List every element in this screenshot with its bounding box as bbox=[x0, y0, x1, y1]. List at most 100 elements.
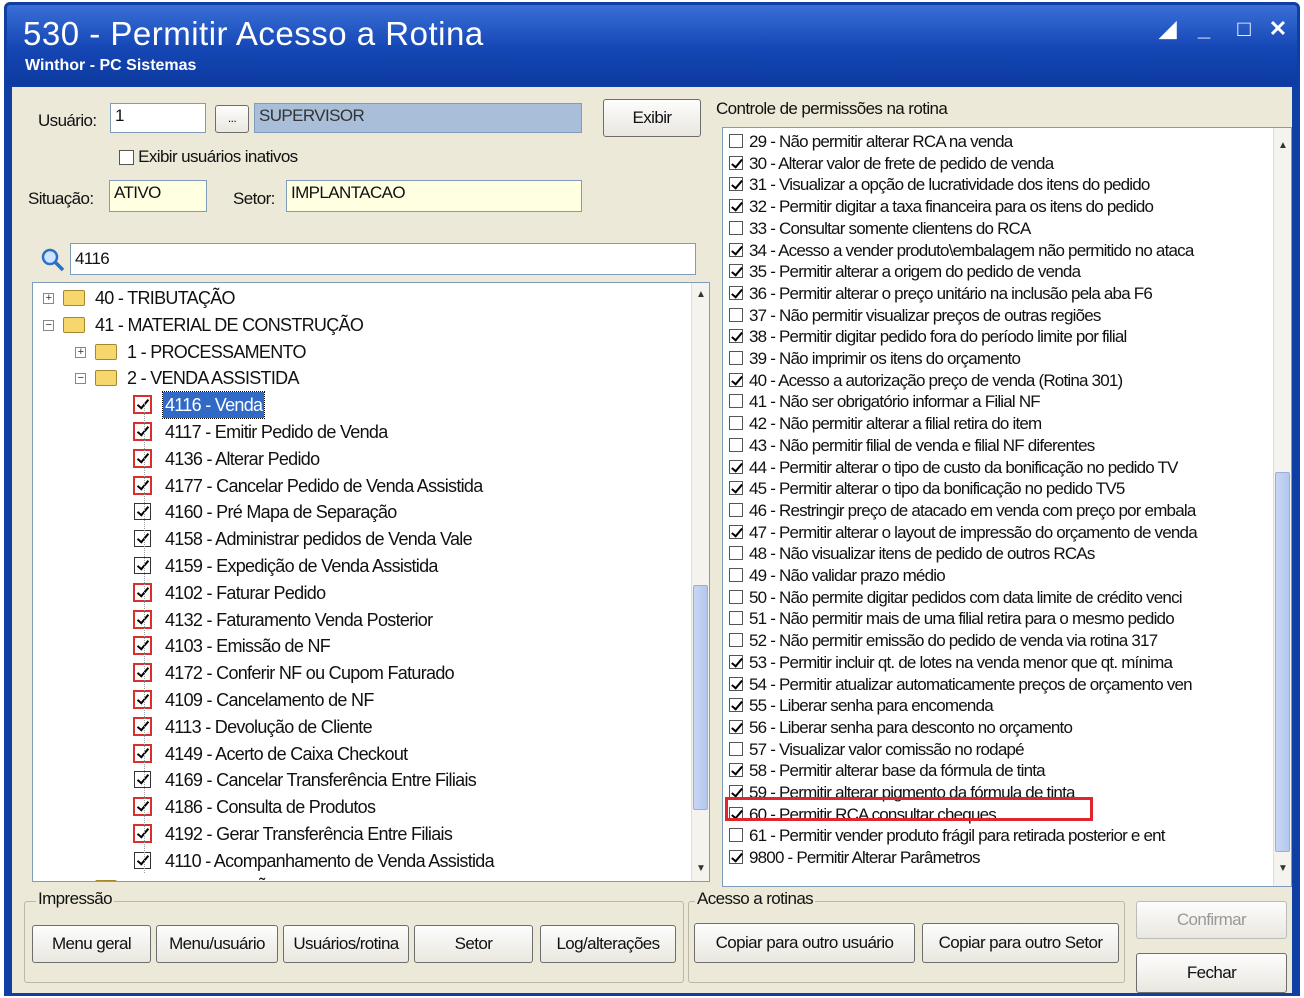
permission-item[interactable]: 50 - Não permite digitar pedidos com dat… bbox=[729, 587, 1183, 609]
permissions-scrollbar[interactable]: ▲ ▼ bbox=[1273, 128, 1291, 886]
permission-item[interactable]: 32 - Permitir digitar a taxa financeira … bbox=[729, 196, 1154, 218]
permission-checkbox[interactable] bbox=[729, 372, 743, 387]
usuarios-rotina-button[interactable]: Usuários/rotina bbox=[283, 925, 409, 963]
permission-item[interactable]: 40 - Acesso a autorização preço de venda… bbox=[729, 370, 1123, 392]
permission-item[interactable]: 35 - Permitir alterar a origem do pedido… bbox=[729, 261, 1081, 283]
permission-item[interactable]: 57 - Visualizar valor comissão no rodapé bbox=[729, 739, 1025, 761]
permission-item[interactable]: 46 - Restringir preço de atacado em vend… bbox=[729, 500, 1196, 522]
permission-checkbox[interactable] bbox=[729, 155, 743, 170]
routine-checkbox[interactable] bbox=[134, 557, 151, 574]
routine-checkbox[interactable] bbox=[133, 422, 152, 441]
routine-checkbox[interactable] bbox=[133, 663, 152, 683]
permission-checkbox[interactable] bbox=[729, 437, 743, 452]
permission-item[interactable]: 38 - Permitir digitar pedido fora do per… bbox=[729, 326, 1127, 348]
permission-item[interactable]: 47 - Permitir alterar o layout de impres… bbox=[729, 522, 1198, 544]
permission-checkbox[interactable] bbox=[729, 568, 743, 583]
routine-checkbox[interactable] bbox=[133, 582, 152, 602]
tree-scroll-thumb[interactable] bbox=[693, 585, 708, 810]
permission-item[interactable]: 37 - Não permitir visualizar preços de o… bbox=[729, 305, 1101, 327]
permission-checkbox[interactable] bbox=[729, 850, 743, 865]
fechar-button[interactable]: Fechar bbox=[1136, 953, 1287, 993]
minimize-button[interactable]: _ bbox=[1189, 15, 1219, 45]
routine-checkbox[interactable] bbox=[134, 503, 151, 521]
routine-checkbox[interactable] bbox=[133, 743, 152, 763]
permission-checkbox[interactable] bbox=[729, 633, 743, 648]
routine-checkbox[interactable] bbox=[133, 797, 152, 817]
maximize-button[interactable]: □ bbox=[1229, 15, 1259, 45]
routine-checkbox[interactable] bbox=[133, 395, 152, 415]
permission-checkbox[interactable] bbox=[729, 524, 743, 539]
user-browse-button[interactable]: ... bbox=[215, 105, 249, 133]
user-id-input[interactable]: 1 bbox=[110, 103, 206, 133]
permission-checkbox[interactable] bbox=[729, 351, 743, 366]
routine-checkbox[interactable] bbox=[133, 716, 152, 736]
permission-item[interactable]: 52 - Não permitir emissão do pedido de v… bbox=[729, 630, 1158, 652]
permission-checkbox[interactable] bbox=[729, 654, 743, 669]
permission-checkbox[interactable] bbox=[729, 698, 743, 713]
permission-item[interactable]: 36 - Permitir alterar o preço unitário n… bbox=[729, 283, 1153, 305]
permission-checkbox[interactable] bbox=[729, 220, 743, 235]
permission-item[interactable]: 44 - Permitir alterar o tipo de custo da… bbox=[729, 457, 1178, 479]
routine-checkbox[interactable] bbox=[134, 771, 151, 789]
permission-item[interactable]: 55 - Liberar senha para encomenda bbox=[729, 695, 994, 717]
log-alteracoes-button[interactable]: Log/alterações bbox=[540, 925, 676, 963]
permission-checkbox[interactable] bbox=[729, 307, 743, 322]
permission-checkbox[interactable] bbox=[729, 416, 743, 431]
permission-item[interactable]: 48 - Não visualizar itens de pedido de o… bbox=[729, 543, 1095, 565]
permission-checkbox[interactable] bbox=[729, 719, 743, 734]
inactive-users-checkbox[interactable]: Exibir usuários inativos bbox=[119, 147, 298, 167]
checkbox-icon[interactable] bbox=[119, 150, 134, 166]
permission-item[interactable]: 58 - Permitir alterar base da fórmula de… bbox=[729, 760, 1046, 782]
permission-item[interactable]: 56 - Liberar senha para desconto no orça… bbox=[729, 717, 1073, 739]
permission-checkbox[interactable] bbox=[729, 285, 743, 300]
routine-checkbox[interactable] bbox=[133, 475, 152, 495]
tree-scrollbar[interactable]: ▲ ▼ bbox=[691, 283, 709, 881]
collapse-icon[interactable]: − bbox=[43, 319, 54, 331]
copy-to-user-button[interactable]: Copiar para outro usuário bbox=[694, 923, 915, 963]
permission-item[interactable]: 51 - Não permitir mais de uma filial ret… bbox=[729, 608, 1175, 630]
permission-checkbox[interactable] bbox=[729, 177, 743, 192]
menu-usuario-button[interactable]: Menu/usuário bbox=[156, 925, 278, 963]
permission-checkbox[interactable] bbox=[729, 134, 743, 149]
permissions-scroll-thumb[interactable] bbox=[1275, 472, 1290, 852]
expand-icon[interactable]: + bbox=[43, 293, 54, 304]
permission-item[interactable]: 45 - Permitir alterar o tipo da bonifica… bbox=[729, 478, 1125, 500]
routine-checkbox[interactable] bbox=[133, 609, 152, 629]
permission-item[interactable]: 29 - Não permitir alterar RCA na venda bbox=[729, 131, 1013, 153]
permission-item[interactable]: 31 - Visualizar a opção de lucratividade… bbox=[729, 174, 1150, 196]
permission-item[interactable]: 53 - Permitir incluir qt. de lotes na ve… bbox=[729, 652, 1173, 674]
permission-item[interactable]: 42 - Não permitir alterar a filial retir… bbox=[729, 413, 1042, 435]
permission-checkbox[interactable] bbox=[729, 546, 743, 561]
permission-item[interactable]: 61 - Permitir vender produto frágil para… bbox=[729, 825, 1166, 847]
permission-checkbox[interactable] bbox=[729, 394, 743, 409]
permission-checkbox[interactable] bbox=[729, 481, 743, 496]
permission-checkbox[interactable] bbox=[729, 242, 743, 257]
permission-item[interactable]: 39 - Não imprimir os itens do orçamento bbox=[729, 348, 1021, 370]
expand-icon[interactable]: + bbox=[75, 346, 86, 358]
permission-item[interactable]: 54 - Permitir atualizar automaticamente … bbox=[729, 674, 1193, 696]
restore-icon[interactable]: ◢ bbox=[1153, 15, 1183, 45]
permission-item[interactable]: 9800 - Permitir Alterar Parâmetros bbox=[729, 847, 981, 869]
permission-checkbox[interactable] bbox=[729, 676, 743, 691]
menu-geral-button[interactable]: Menu geral bbox=[32, 925, 151, 963]
routine-checkbox[interactable] bbox=[134, 530, 151, 548]
routine-checkbox[interactable] bbox=[133, 448, 152, 468]
setor-button[interactable]: Setor bbox=[414, 925, 533, 963]
permission-checkbox[interactable] bbox=[729, 763, 743, 778]
permission-checkbox[interactable] bbox=[729, 741, 743, 756]
confirmar-button[interactable]: Confirmar bbox=[1136, 901, 1287, 939]
permission-item[interactable]: 41 - Não ser obrigatório informar a Fili… bbox=[729, 391, 1041, 413]
permission-checkbox[interactable] bbox=[729, 828, 743, 843]
permission-checkbox[interactable] bbox=[729, 502, 743, 517]
search-input[interactable]: 4116 bbox=[70, 243, 696, 275]
permission-item[interactable]: 49 - Não validar prazo médio bbox=[729, 565, 946, 587]
permission-checkbox[interactable] bbox=[729, 611, 743, 626]
exibir-button[interactable]: Exibir bbox=[603, 99, 701, 137]
permission-item[interactable]: 30 - Alterar valor de frete de pedido de… bbox=[729, 153, 1054, 175]
routine-checkbox[interactable] bbox=[133, 824, 152, 843]
permission-item[interactable]: 43 - Não permitir filial de venda e fili… bbox=[729, 435, 1095, 457]
permission-checkbox[interactable] bbox=[729, 199, 743, 214]
routine-checkbox[interactable] bbox=[133, 636, 152, 656]
permission-checkbox[interactable] bbox=[729, 589, 743, 604]
permission-checkbox[interactable] bbox=[729, 459, 743, 474]
